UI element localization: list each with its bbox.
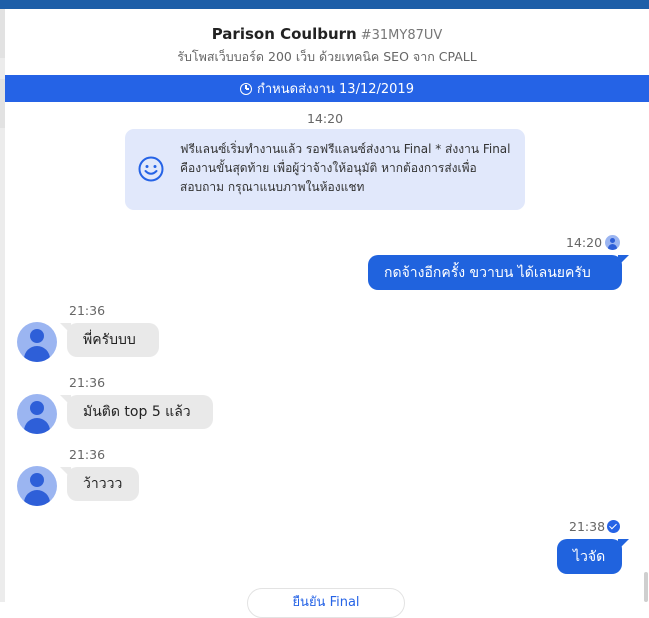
incoming-message: มันติด top 5 แล้ว bbox=[60, 395, 213, 429]
clock-icon bbox=[240, 82, 253, 95]
message-time: 21:36 bbox=[69, 447, 106, 462]
message-text: พี่ครับบบ bbox=[83, 332, 136, 348]
message-time: 14:20 bbox=[566, 235, 603, 250]
message-text: ว้าววว bbox=[83, 476, 123, 492]
scrollbar[interactable] bbox=[644, 572, 648, 602]
deadline-label: กำหนดส่งงาน 13/12/2019 bbox=[257, 82, 414, 97]
message-time: 21:38 bbox=[569, 519, 606, 534]
read-check-icon bbox=[607, 520, 620, 533]
job-title: รับโพสเว็บบอร์ด 200 เว็บ ด้วยเทคนิค SEO … bbox=[177, 49, 477, 64]
contact-avatar[interactable] bbox=[17, 322, 57, 362]
system-message: ฟรีแลนซ์เริ่มทำงานแล้ว รอฟรีแลนซ์ส่งงาน … bbox=[125, 129, 525, 210]
contact-name: Parison Coulburn #31MY87UV bbox=[5, 25, 649, 43]
incoming-message: พี่ครับบบ bbox=[60, 323, 159, 357]
chat-header: Parison Coulburn #31MY87UV รับโพสเว็บบอร์… bbox=[5, 9, 649, 75]
message-text: ไวจัด bbox=[573, 548, 606, 565]
confirm-final-button[interactable]: ยืนยัน Final bbox=[247, 588, 405, 618]
sender-avatar-icon bbox=[605, 235, 620, 250]
message-text: กดจ้างอีกครั้ง ขวาบน ได้เลนยครับ bbox=[384, 264, 591, 281]
contact-name-text: Parison Coulburn bbox=[211, 25, 357, 43]
outgoing-message: กดจ้างอีกครั้ง ขวาบน ได้เลนยครับ bbox=[368, 255, 629, 290]
contact-avatar[interactable] bbox=[17, 466, 57, 506]
outgoing-message: ไวจัด bbox=[557, 539, 629, 574]
message-time: 21:36 bbox=[69, 303, 106, 318]
confirm-final-label: ยืนยัน Final bbox=[292, 595, 360, 610]
deadline-banner: กำหนดส่งงาน 13/12/2019 bbox=[5, 75, 649, 102]
system-message-time: 14:20 bbox=[307, 111, 344, 126]
smile-icon bbox=[138, 156, 164, 182]
system-message-text: ฟรีแลนซ์เริ่มทำงานแล้ว รอฟรีแลนซ์ส่งงาน … bbox=[180, 142, 511, 194]
message-text: มันติด top 5 แล้ว bbox=[83, 404, 191, 420]
incoming-message: ว้าววว bbox=[60, 467, 139, 501]
message-time: 21:36 bbox=[69, 375, 106, 390]
job-code: #31MY87UV bbox=[360, 28, 443, 43]
contact-avatar[interactable] bbox=[17, 394, 57, 434]
top-bar bbox=[0, 0, 649, 9]
